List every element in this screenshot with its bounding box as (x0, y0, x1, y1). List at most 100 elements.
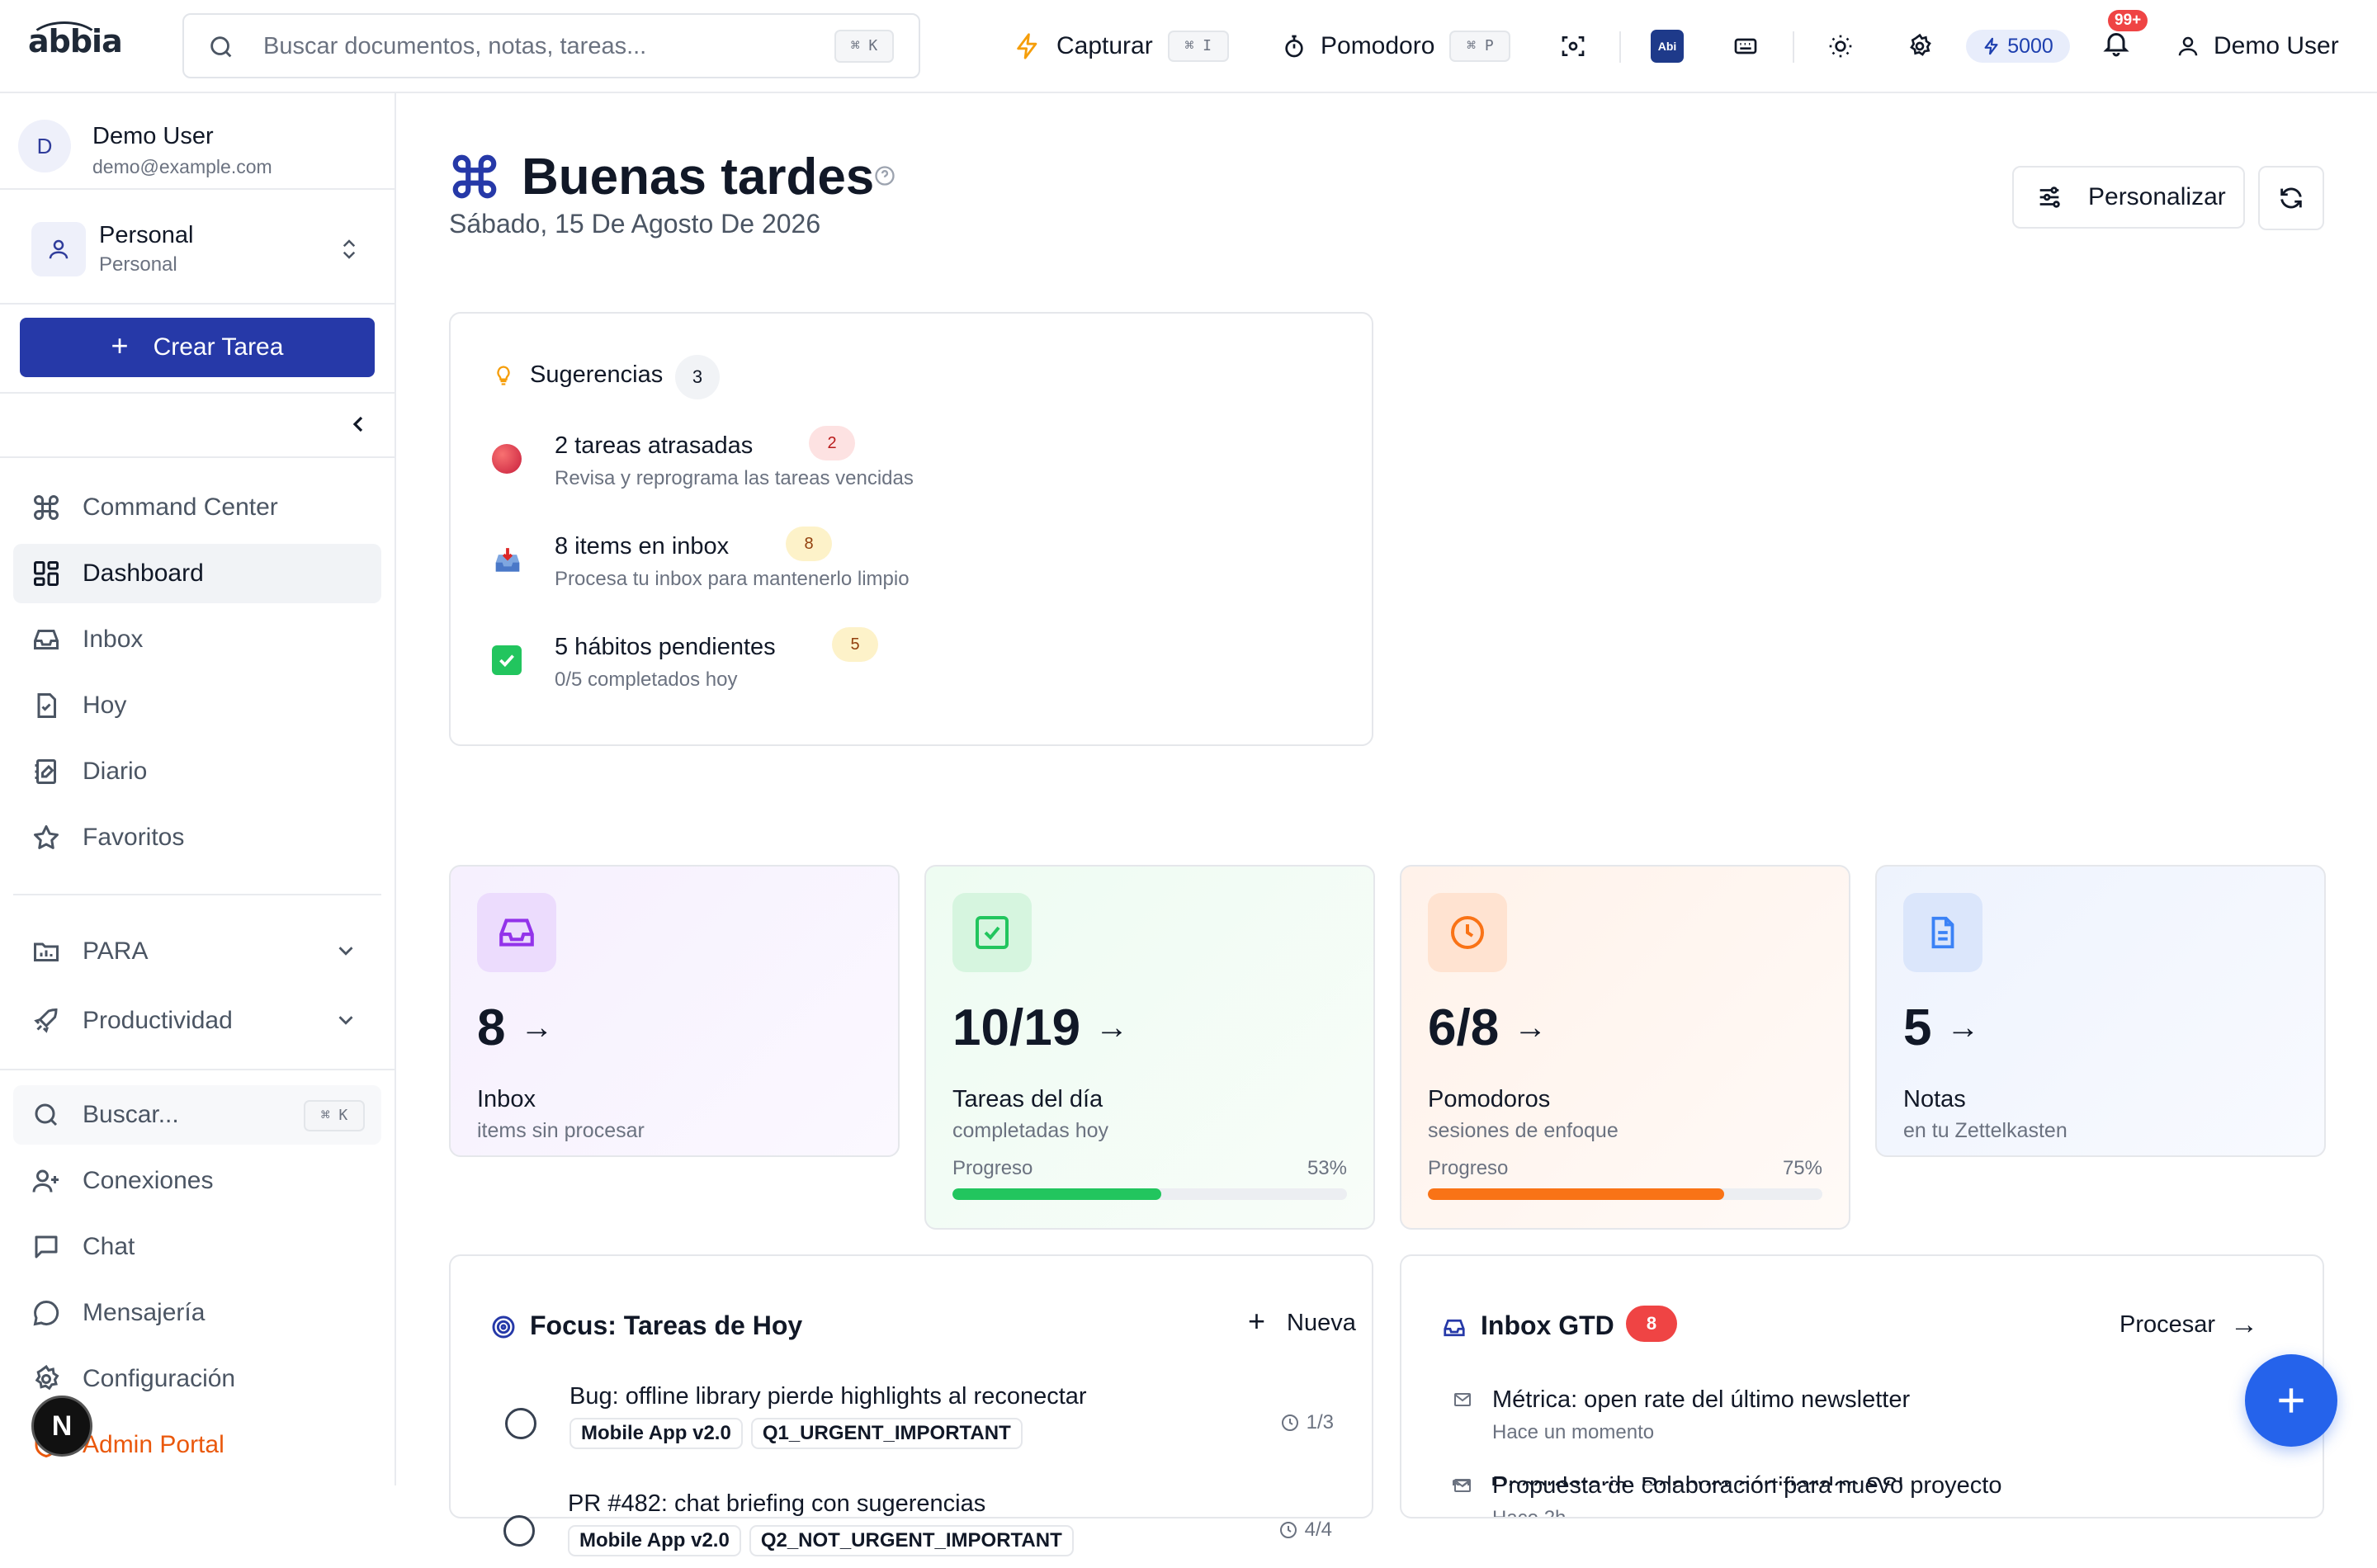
progress-label: Progreso (1428, 1157, 1509, 1179)
sun-icon[interactable] (1827, 33, 1854, 59)
progress-value: 53% (1307, 1157, 1347, 1179)
sidebar-group-productividad[interactable]: Productividad (13, 991, 381, 1051)
inbox-gtd-title: Inbox GTD (1481, 1311, 1614, 1340)
task-tag: Mobile App v2.0 (568, 1525, 741, 1556)
credits-value: 5000 (2007, 34, 2053, 58)
divider (0, 392, 395, 394)
sidebar-item-favoritos[interactable]: Favoritos (13, 808, 381, 867)
check-box-icon (492, 645, 522, 675)
create-task-button[interactable]: + Crear Tarea (20, 318, 375, 377)
suggestion-item-habits[interactable]: 5 hábitos pendientes 5 0/5 completados h… (492, 627, 1317, 701)
stat-value: 8 (477, 999, 506, 1056)
capture-button[interactable]: Capturar ⌘ I (1014, 21, 1229, 71)
stat-value: 10/19 (952, 999, 1081, 1056)
arrow-right-icon: → (520, 1009, 554, 1046)
stat-card-pomodoros[interactable]: 6/8 → Pomodoros sesiones de enfoque Progr… (1400, 865, 1850, 1230)
sidebar-user-card[interactable]: D Demo User demo@example.com (18, 113, 348, 179)
focus-card: Focus: Tareas de Hoy + Nueva Bug: offlin… (449, 1254, 1373, 1518)
sidebar-item-chat[interactable]: Chat (13, 1217, 381, 1277)
user-icon (49, 239, 69, 259)
stat-card-notas[interactable]: 5 → Notas en tu Zettelkasten (1875, 865, 2326, 1157)
sidebar-user-email: demo@example.com (92, 156, 272, 177)
task-tag: Q1_URGENT_IMPORTANT (750, 1418, 1023, 1449)
sidebar-item-inbox[interactable]: Inbox (13, 610, 381, 669)
floating-add-button[interactable] (2245, 1354, 2337, 1447)
inbox-item[interactable]: Recordatorio: Renovar certificados SSL (1451, 1473, 2268, 1485)
sidebar-item-diario[interactable]: Diario (13, 742, 381, 801)
red-circle-icon (492, 444, 522, 474)
sidebar-item-conexiones[interactable]: Conexiones (13, 1151, 381, 1211)
refresh-button[interactable] (2258, 166, 2324, 230)
task-checkbox[interactable] (505, 1408, 536, 1439)
sidebar-item-label: Diario (83, 758, 148, 785)
sidebar-item-mensajeria[interactable]: Mensajería (13, 1283, 381, 1343)
arrow-right-icon: → (2230, 1309, 2259, 1340)
suggestions-count-badge: 3 (675, 355, 720, 399)
check-square-icon (976, 916, 1009, 949)
user-name: Demo User (2214, 32, 2339, 59)
inbox-item-title: Métrica: open rate del último newsletter (1492, 1386, 1911, 1413)
user-menu[interactable]: Demo User (2176, 21, 2339, 71)
personalize-button[interactable]: Personalizar (2012, 166, 2245, 229)
plus-icon (2279, 1388, 2304, 1413)
divider (13, 894, 381, 895)
sidebar-item-hoy[interactable]: Hoy (13, 676, 381, 735)
help-icon[interactable] (873, 164, 896, 187)
task-tags: Mobile App v2.0 Q2_NOT_URGENT_IMPORTANT (568, 1525, 1082, 1556)
sidebar-item-dashboard[interactable]: Dashboard (13, 544, 381, 603)
credits-badge[interactable]: 5000 (1966, 30, 2070, 63)
progress-fill (952, 1188, 1162, 1200)
keyboard-icon[interactable] (1732, 33, 1760, 59)
task-row[interactable]: PR #482: chat briefing con sugerencias M… (499, 1490, 1332, 1568)
workspace-name: Personal (99, 222, 194, 248)
arrow-right-icon: → (1514, 1009, 1548, 1046)
gear-icon[interactable] (1907, 33, 1933, 59)
task-checkbox[interactable] (503, 1515, 535, 1547)
chat-icon (35, 1235, 58, 1259)
stat-title: Pomodoros (1428, 1086, 1551, 1112)
stat-icon-box (952, 893, 1032, 972)
inbox-icon (34, 630, 59, 649)
sidebar-item-command-center[interactable]: Command Center (13, 478, 381, 537)
new-task-button[interactable]: + Nueva (1248, 1304, 1356, 1339)
task-title: PR #482: chat briefing con sugerencias (568, 1490, 986, 1517)
stat-card-inbox[interactable]: 8 → Inbox items sin procesar (449, 865, 900, 1157)
scan-icon[interactable] (1560, 33, 1586, 59)
task-row[interactable]: Bug: offline library pierde highlights a… (500, 1383, 1334, 1466)
sidebar-item-label: Chat (83, 1233, 135, 1260)
plus-icon: + (111, 328, 129, 362)
pomodoro-button[interactable]: Pomodoro ⌘ P (1281, 21, 1511, 71)
sliders-icon (2039, 187, 2060, 208)
sidebar-group-para[interactable]: PARA (13, 922, 381, 981)
sidebar-search[interactable]: Buscar... ⌘ K (13, 1085, 381, 1145)
stat-value: 5 (1903, 999, 1932, 1056)
workspace-switcher[interactable]: Personal Personal (31, 214, 370, 288)
suggestion-badge: 8 (786, 527, 832, 561)
inbox-item[interactable]: Métrica: open rate del último newsletter… (1453, 1386, 2270, 1452)
stat-icon-box (477, 893, 556, 972)
progress-label: Progreso (952, 1157, 1033, 1179)
search-icon (35, 1103, 58, 1126)
floating-dev-badge[interactable]: N (31, 1396, 92, 1457)
chevron-down-icon (338, 1016, 353, 1025)
suggestion-item-overdue[interactable]: 2 tareas atrasadas 2 Revisa y reprograma… (492, 426, 1317, 500)
collapse-sidebar-chevron-left-icon[interactable] (345, 411, 371, 437)
suggestions-title: Sugerencias (530, 361, 664, 388)
sidebar-item-label: Conexiones (83, 1167, 214, 1194)
suggestion-title: 8 items en inbox (555, 533, 730, 560)
stat-card-tareas[interactable]: 10/19 → Tareas del día completadas hoy Pr… (924, 865, 1375, 1230)
capture-label: Capturar (1056, 32, 1153, 59)
global-search-input[interactable]: Buscar documentos, notas, tareas... ⌘ K (182, 13, 920, 78)
pomodoro-label: Pomodoro (1321, 32, 1435, 59)
main-content: Buenas tardes Sábado, 15 De Agosto De 20… (398, 93, 2377, 1556)
suggestion-item-inbox[interactable]: 8 items en inbox 8 Procesa tu inbox para… (492, 527, 1317, 601)
page-date: Sábado, 15 De Agosto De 2026 (449, 209, 821, 239)
document-icon (1931, 916, 1954, 949)
stat-subtitle: completadas hoy (952, 1119, 1109, 1142)
inbox-icon (1444, 1319, 1465, 1337)
notifications-button[interactable]: 99+ (2101, 10, 2148, 64)
abi-icon[interactable]: Abi (1651, 30, 1684, 63)
workspace-type: Personal (99, 253, 177, 276)
new-task-label: Nueva (1287, 1309, 1356, 1336)
process-inbox-button[interactable]: Procesar → (2119, 1309, 2258, 1341)
